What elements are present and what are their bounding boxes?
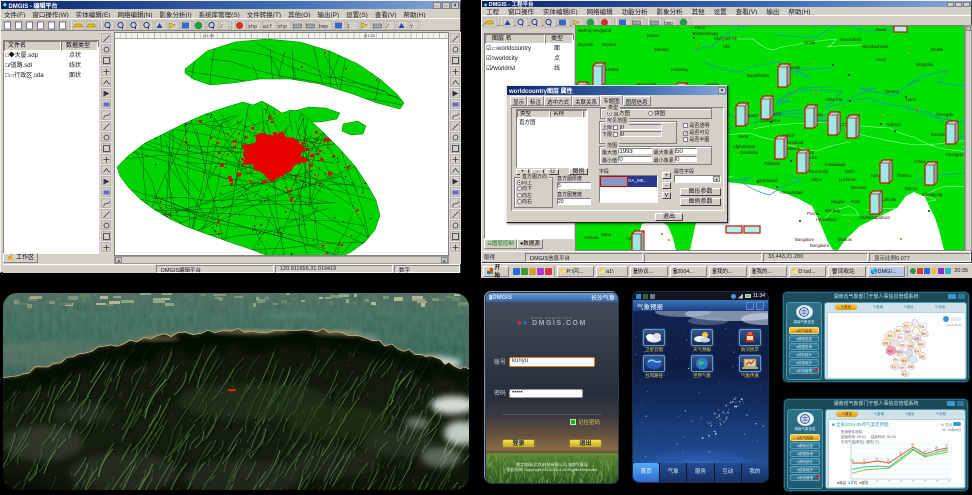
svg-text:07: 07 <box>924 481 927 482</box>
svg-text:Bangalore: Bangalore <box>795 237 815 242</box>
svg-text:Delhi: Delhi <box>845 169 855 174</box>
svg-text:Omsk: Omsk <box>804 40 816 45</box>
svg-text:I: I <box>347 24 350 30</box>
svg-text:长沙: 长沙 <box>892 365 897 369</box>
svg-text:bmp: bmp <box>319 24 328 30</box>
svg-text:株洲: 株洲 <box>918 342 923 346</box>
svg-text:28: 28 <box>911 443 914 447</box>
svg-text:Bryansk: Bryansk <box>578 42 594 47</box>
svg-text:Asmara: Asmara <box>584 235 599 240</box>
svg-text:衡阳: 衡阳 <box>898 350 903 354</box>
svg-text:Pakistan: Pakistan <box>764 161 781 166</box>
svg-text:怀化: 怀化 <box>898 336 903 340</box>
svg-text:永州: 永州 <box>887 334 892 338</box>
svg-text:Irkutsk: Irkutsk <box>931 47 944 52</box>
svg-text:Chittagong: Chittagong <box>922 192 943 197</box>
svg-text:Ural'sk: Ural'sk <box>606 67 620 72</box>
svg-text:Kazan': Kazan' <box>647 33 660 38</box>
svg-text:Vishakhapatnam: Vishakhapatnam <box>859 215 891 220</box>
svg-text:Novokuznetsk: Novokuznetsk <box>862 44 889 49</box>
svg-text:shp: shp <box>278 24 287 30</box>
svg-text:Thimbu: Thimbu <box>897 173 912 178</box>
svg-text:/: / <box>386 24 389 30</box>
svg-text:Jaipur: Jaipur <box>811 177 823 182</box>
svg-text:Lucknow: Lucknow <box>839 177 857 182</box>
svg-text:New Delhi: New Delhi <box>809 169 828 174</box>
svg-text:株洲: 株洲 <box>896 328 901 332</box>
svg-text:04: 04 <box>888 481 891 482</box>
svg-text:Hami: Hami <box>906 97 916 102</box>
svg-text:Faisalabad: Faisalabad <box>825 162 846 167</box>
svg-text:Perm': Perm' <box>695 26 706 30</box>
svg-text:株洲: 株洲 <box>902 372 907 376</box>
svg-text:Moskva: Moskva <box>602 42 617 47</box>
svg-text:常德: 常德 <box>919 324 924 328</box>
svg-text:益阳: 益阳 <box>914 337 919 341</box>
svg-text:Hyderabad: Hyderabad <box>757 178 778 183</box>
svg-text:Poona: Poona <box>807 211 820 216</box>
svg-text:湘潭: 湘潭 <box>905 330 910 334</box>
svg-text:Ahmedabad: Ahmedabad <box>780 190 803 195</box>
svg-text:Golmud: Golmud <box>886 122 901 127</box>
svg-text:08: 08 <box>936 481 939 482</box>
svg-text:永州: 永州 <box>914 349 919 353</box>
svg-text:Kazakhstan: Kazakhstan <box>747 73 770 78</box>
svg-text:常德: 常德 <box>908 365 913 369</box>
svg-text:Kustanay: Kustanay <box>671 67 689 72</box>
svg-text:Novosibirsk: Novosibirsk <box>840 37 863 42</box>
svg-text:Afghanistan: Afghanistan <box>733 144 756 149</box>
svg-text:shp: shp <box>248 24 257 30</box>
svg-text:Sana: Sana <box>601 232 611 237</box>
svg-text:长沙: 长沙 <box>904 323 909 327</box>
svg-text:Urumqi: Urumqi <box>885 89 899 94</box>
svg-text:09: 09 <box>948 481 951 482</box>
svg-text:Mongolia: Mongolia <box>916 62 934 67</box>
svg-text:邵阳: 邵阳 <box>919 354 924 358</box>
svg-text:Dacca: Dacca <box>905 186 918 191</box>
svg-text:Chelyabinsk: Chelyabinsk <box>714 36 738 41</box>
svg-text:岳阳: 岳阳 <box>900 366 905 370</box>
svg-text:Chongqing: Chongqing <box>946 152 964 157</box>
svg-text:Hovd: Hovd <box>876 57 886 62</box>
svg-text:娄底: 娄底 <box>902 358 907 362</box>
svg-text:05: 05 <box>900 481 903 482</box>
svg-text:19: 19 <box>875 457 878 461</box>
svg-text:03: 03 <box>876 481 879 482</box>
svg-text:Nizhniy Novgorod: Nizhniy Novgorod <box>578 28 612 33</box>
svg-text:邵阳: 邵阳 <box>883 341 888 345</box>
svg-text:Calcutta: Calcutta <box>881 197 897 202</box>
svg-text:Gandahar: Gandahar <box>740 150 759 155</box>
svg-text:India: India <box>851 199 861 204</box>
svg-text:Bangalore: Bangalore <box>810 243 830 248</box>
svg-text:24: 24 <box>923 450 926 454</box>
svg-text:Chengdu: Chengdu <box>936 112 954 117</box>
svg-text:Benares: Benares <box>851 185 867 190</box>
svg-text:郴州: 郴州 <box>922 332 927 336</box>
svg-text:Rusa: Rusa <box>876 27 886 32</box>
svg-text:Nagpur: Nagpur <box>831 199 845 204</box>
svg-text:常德: 常德 <box>908 344 913 348</box>
svg-text:Madras: Madras <box>838 237 852 242</box>
svg-text:Hyderabad: Hyderabad <box>816 217 837 222</box>
svg-text:aif: aif <box>263 24 272 30</box>
svg-text:Ufa: Ufa <box>723 44 730 49</box>
svg-text:湘潭: 湘潭 <box>887 349 892 353</box>
svg-text:Herat: Herat <box>738 134 749 139</box>
svg-text:岳阳: 岳阳 <box>900 343 905 347</box>
svg-text:Bombay: Bombay <box>825 208 841 213</box>
svg-text:Y: Y <box>410 24 413 30</box>
svg-text:Alma-Ata: Alma-Ata <box>825 97 843 102</box>
svg-text:怀化: 怀化 <box>894 357 899 361</box>
svg-text:06: 06 <box>912 481 915 482</box>
svg-text:Samara: Samara <box>654 47 669 52</box>
svg-text:/: / <box>220 24 223 30</box>
svg-text:Lhasa: Lhasa <box>914 159 926 164</box>
